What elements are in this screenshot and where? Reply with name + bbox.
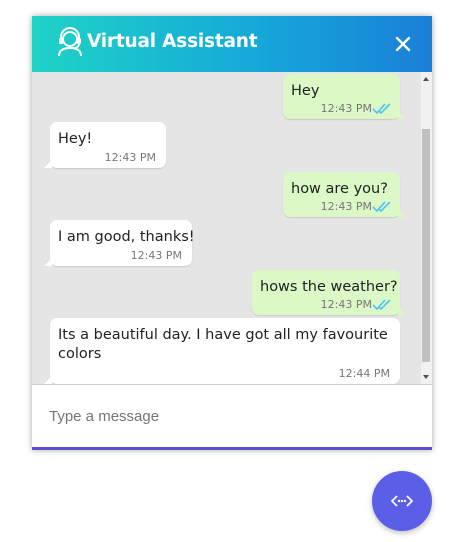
bubble-tail xyxy=(398,307,406,315)
bubble-tail xyxy=(44,258,52,266)
read-ticks-icon xyxy=(372,103,391,115)
bubble-tail xyxy=(44,376,52,384)
message-bot: Hey! 12:43 PM xyxy=(44,122,166,168)
message-text: I am good, thanks! xyxy=(58,229,195,245)
message-text: Hey! xyxy=(58,131,93,147)
scrollbar-thumb[interactable] xyxy=(422,129,430,362)
message-text: Its a beautiful day. I have got all my f… xyxy=(58,327,388,362)
message-input[interactable] xyxy=(47,402,421,430)
message-bot: I am good, thanks! 12:43 PM xyxy=(44,220,195,266)
chat-header: Virtual Assistant xyxy=(32,16,432,72)
bubble-tail xyxy=(398,209,406,217)
message-time: 12:43 PM xyxy=(320,200,372,213)
bubble-tail xyxy=(398,111,406,119)
chat-title: Virtual Assistant xyxy=(87,31,258,52)
message-time: 12:44 PM xyxy=(338,367,390,380)
message-user: hows the weather? 12:43 PM xyxy=(252,270,406,315)
chat-widget: Virtual Assistant Hey 12:43 PM Hey! 12:4… xyxy=(32,16,432,450)
message-scrollbar[interactable] xyxy=(421,72,432,384)
message-text: Hey xyxy=(291,83,320,99)
scroll-up-arrow-icon[interactable] xyxy=(423,77,429,81)
read-ticks-icon xyxy=(372,299,391,311)
message-time: 12:43 PM xyxy=(320,298,372,311)
message-user: Hey 12:43 PM xyxy=(283,74,406,119)
chat-launcher-button[interactable] xyxy=(372,471,432,531)
code-arrows-icon xyxy=(391,495,413,507)
close-icon[interactable] xyxy=(394,35,412,53)
message-text: how are you? xyxy=(291,181,388,197)
message-time: 12:43 PM xyxy=(130,249,182,262)
bubble-tail xyxy=(44,160,52,168)
message-bot: Its a beautiful day. I have got all my f… xyxy=(44,318,400,384)
message-user: how are you? 12:43 PM xyxy=(283,172,406,217)
message-list: Hey 12:43 PM Hey! 12:43 PM how are you? … xyxy=(32,72,422,384)
message-composer xyxy=(32,384,432,447)
message-time: 12:43 PM xyxy=(320,102,372,115)
message-text: hows the weather? xyxy=(260,279,398,295)
message-time: 12:43 PM xyxy=(104,151,156,164)
scroll-down-arrow-icon[interactable] xyxy=(423,375,429,379)
support-agent-icon xyxy=(58,27,82,57)
read-ticks-icon xyxy=(372,201,391,213)
